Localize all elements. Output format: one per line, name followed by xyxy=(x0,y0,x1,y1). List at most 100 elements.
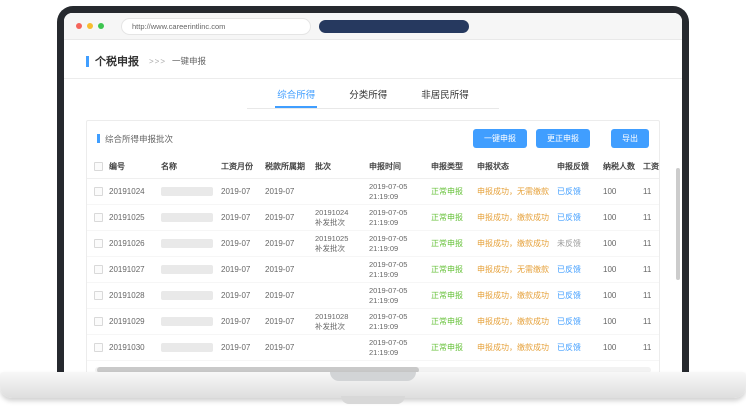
cell-salary_month: 2019-07 xyxy=(221,187,265,196)
row-select-cell xyxy=(87,317,109,326)
cell-feedback: 已反馈 xyxy=(557,316,603,327)
cell-extra: 11 xyxy=(643,187,659,196)
cell-salary_month: 2019-07 xyxy=(221,291,265,300)
cell-batch: 20191025补发批次 xyxy=(315,234,369,254)
cell-name xyxy=(161,187,221,196)
cell-declare_time: 2019-07-0521:19:09 xyxy=(369,208,431,228)
table-row: 201910302019-072019-072019-07-0521:19:09… xyxy=(87,335,659,361)
row-select-cell xyxy=(87,265,109,274)
cell-id: 20191029 xyxy=(109,317,161,326)
cell-taxpayers: 100 xyxy=(603,343,643,352)
stage: http://www.careerintlinc.com 个税申报 >>> 一键… xyxy=(0,0,746,406)
cell-type: 正常申报 xyxy=(431,316,477,327)
cell-name xyxy=(161,291,221,300)
export-button[interactable]: 导出 xyxy=(611,129,649,148)
cell-tax_period: 2019-07 xyxy=(265,343,315,352)
cell-declare_time: 2019-07-0521:19:09 xyxy=(369,312,431,332)
tab-classified-income[interactable]: 分类所得 xyxy=(347,79,389,108)
page-content: 个税申报 >>> 一键申报 综合所得 分类所得 非居民所得 综合所得申报批次 xyxy=(64,40,682,372)
name-placeholder xyxy=(161,265,213,274)
laptop-bezel: http://www.careerintlinc.com 个税申报 >>> 一键… xyxy=(57,6,689,372)
cell-type: 正常申报 xyxy=(431,238,477,249)
page-header: 个税申报 >>> 一键申报 xyxy=(64,40,682,69)
batch-table: 编号名称工资月份税款所属期批次申报时间申报类型申报状态申报反馈纳税人数工资总额 … xyxy=(87,155,659,361)
column-header: 批次 xyxy=(315,161,369,172)
cell-id: 20191024 xyxy=(109,187,161,196)
table-container: 编号名称工资月份税款所属期批次申报时间申报类型申报状态申报反馈纳税人数工资总额 … xyxy=(87,155,659,361)
tabs: 综合所得 分类所得 非居民所得 xyxy=(247,79,499,109)
cell-taxpayers: 100 xyxy=(603,291,643,300)
row-checkbox[interactable] xyxy=(94,213,103,222)
panel-title: 综合所得申报批次 xyxy=(105,133,173,145)
row-checkbox[interactable] xyxy=(94,239,103,248)
browser-window: http://www.careerintlinc.com 个税申报 >>> 一键… xyxy=(64,13,682,372)
cell-feedback: 已反馈 xyxy=(557,264,603,275)
cell-id: 20191026 xyxy=(109,239,161,248)
correct-declare-button[interactable]: 更正申报 xyxy=(536,129,590,148)
cell-salary_month: 2019-07 xyxy=(221,265,265,274)
cell-name xyxy=(161,239,221,248)
cell-feedback: 已反馈 xyxy=(557,342,603,353)
column-header: 申报状态 xyxy=(477,161,557,172)
cell-taxpayers: 100 xyxy=(603,317,643,326)
url-bar[interactable]: http://www.careerintlinc.com xyxy=(121,18,311,35)
cell-status: 申报成功，缴款成功 xyxy=(477,342,557,353)
cell-declare_time: 2019-07-0521:19:09 xyxy=(369,234,431,254)
cell-extra: 11 xyxy=(643,265,659,274)
panel-actions: 一键申报 更正申报 导出 xyxy=(473,129,649,148)
traffic-light-maximize-icon[interactable] xyxy=(98,23,104,29)
table-body: 20191024 2019-07 2019-07 2019-07-0521:19:09… xyxy=(87,179,659,361)
row-checkbox[interactable] xyxy=(94,265,103,274)
tab-nonresident-income[interactable]: 非居民所得 xyxy=(419,79,471,108)
cell-type: 正常申报 xyxy=(431,342,477,353)
url-text: http://www.careerintlinc.com xyxy=(132,22,225,31)
cell-salary_month: 2019-07 xyxy=(221,213,265,222)
panel-header: 综合所得申报批次 一键申报 更正申报 导出 xyxy=(87,121,659,155)
breadcrumb: 一键申报 xyxy=(172,55,206,67)
tab-comprehensive-income[interactable]: 综合所得 xyxy=(275,79,317,108)
cell-status: 申报成功，缴款成功 xyxy=(477,212,557,223)
column-header: 工资总额 xyxy=(643,161,659,172)
laptop-base-foot xyxy=(341,396,405,404)
cell-extra: 11 xyxy=(643,317,659,326)
cell-batch: 20191024补发批次 xyxy=(315,208,369,228)
cell-extra: 11 xyxy=(643,239,659,248)
column-header: 工资月份 xyxy=(221,161,265,172)
select-all-cell xyxy=(87,162,109,171)
one-click-declare-button[interactable]: 一键申报 xyxy=(473,129,527,148)
traffic-light-close-icon[interactable] xyxy=(76,23,82,29)
cell-feedback: 已反馈 xyxy=(557,212,603,223)
cell-status: 申报成功，缴款成功 xyxy=(477,238,557,249)
cell-salary_month: 2019-07 xyxy=(221,317,265,326)
name-placeholder xyxy=(161,291,213,300)
name-placeholder xyxy=(161,239,213,248)
row-checkbox[interactable] xyxy=(94,343,103,352)
laptop-base xyxy=(0,372,746,398)
row-checkbox[interactable] xyxy=(94,187,103,196)
cell-taxpayers: 100 xyxy=(603,265,643,274)
name-placeholder xyxy=(161,213,213,222)
row-checkbox[interactable] xyxy=(94,317,103,326)
cell-name xyxy=(161,265,221,274)
table-row: 201910272019-072019-072019-07-0521:19:09… xyxy=(87,257,659,283)
laptop-base-notch xyxy=(330,372,416,381)
table-row: 201910252019-072019-0720191024补发批次2019-0… xyxy=(87,205,659,231)
cell-status: 申报成功，无需缴款 xyxy=(477,264,557,275)
cell-declare_time: 2019-07-0521:19:09 xyxy=(369,338,431,358)
column-header: 申报类型 xyxy=(431,161,477,172)
cell-tax_period: 2019-07 xyxy=(265,239,315,248)
cell-taxpayers: 100 xyxy=(603,187,643,196)
vertical-scrollbar[interactable] xyxy=(676,168,680,280)
table-row: 201910242019-072019-072019-07-0521:19:09… xyxy=(87,179,659,205)
table-row: 201910282019-072019-072019-07-0521:19:09… xyxy=(87,283,659,309)
address-bar-dark-segment xyxy=(319,20,469,33)
name-placeholder xyxy=(161,317,213,326)
select-all-checkbox[interactable] xyxy=(94,162,103,171)
row-select-cell xyxy=(87,291,109,300)
cell-declare_time: 2019-07-0521:19:09 xyxy=(369,286,431,306)
cell-id: 20191028 xyxy=(109,291,161,300)
row-checkbox[interactable] xyxy=(94,291,103,300)
cell-extra: 11 xyxy=(643,291,659,300)
traffic-light-minimize-icon[interactable] xyxy=(87,23,93,29)
breadcrumb-separator: >>> xyxy=(149,57,166,66)
